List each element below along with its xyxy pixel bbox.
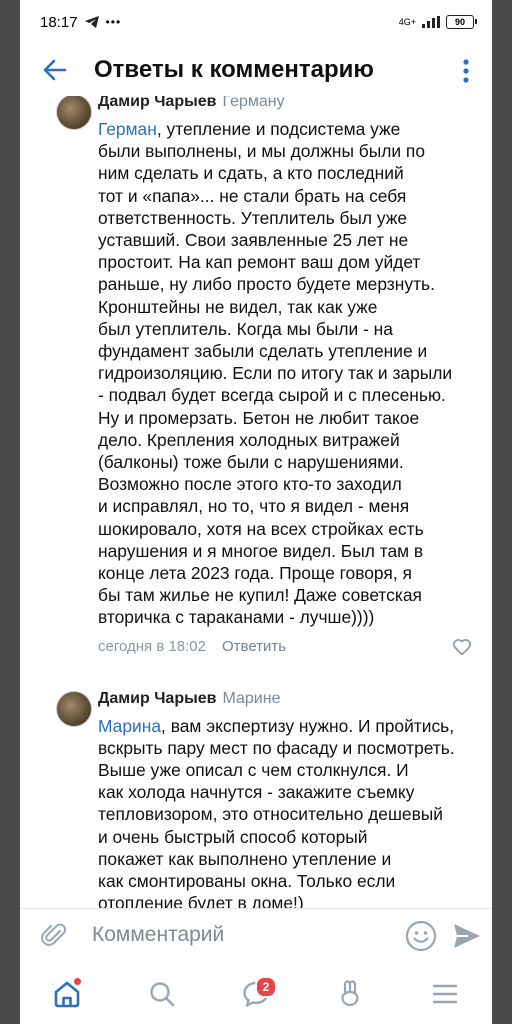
more-notifications-icon: •••	[105, 15, 122, 29]
comment-author[interactable]: Дамир Чарыев	[98, 96, 217, 110]
comment: Дамир Чарыев Герману Герман, утепление и …	[20, 96, 492, 659]
more-options-button[interactable]	[454, 56, 478, 86]
comment-timestamp: сегодня в 18:02	[98, 638, 206, 656]
network-label: 4G+	[398, 17, 416, 27]
signal-icon	[422, 16, 440, 28]
search-icon	[149, 982, 174, 1007]
attach-button[interactable]	[34, 915, 74, 955]
reply-button[interactable]: Ответить	[222, 638, 286, 655]
back-button[interactable]	[32, 44, 78, 96]
tab-home[interactable]	[43, 970, 91, 1018]
battery-icon: 90	[446, 15, 477, 29]
mention-link[interactable]: Марина	[98, 716, 161, 736]
comment-footer: сегодня в 18:02 Ответить	[98, 635, 478, 659]
clock: 18:17	[40, 13, 78, 31]
telegram-icon	[84, 16, 99, 28]
comment-author[interactable]: Дамир Чарыев	[98, 690, 217, 707]
heart-icon[interactable]	[452, 637, 472, 657]
phone-screen: 18:17 ••• 4G+ 90 Ответы к комментарию Да…	[20, 0, 492, 1024]
paperclip-icon	[41, 923, 67, 946]
tab-messages[interactable]: 2	[232, 970, 280, 1018]
messages-badge: 2	[254, 976, 277, 998]
avatar[interactable]	[56, 690, 92, 727]
reply-to-name[interactable]: Герману	[223, 96, 285, 110]
smile-icon[interactable]	[404, 919, 438, 953]
tab-search[interactable]	[138, 970, 186, 1018]
bottom-tab-bar: 2	[20, 964, 492, 1024]
tab-menu[interactable]	[421, 970, 469, 1018]
comment-text: Герман, утепление и подсистема уже были …	[98, 119, 453, 628]
comment-input[interactable]	[90, 922, 384, 948]
tab-clips[interactable]	[326, 970, 374, 1018]
bunny-icon	[341, 980, 359, 1007]
send-icon[interactable]	[450, 919, 484, 953]
page-title: Ответы к комментарию	[94, 56, 374, 83]
comment: Дамир Чарыев Марине Марина, вам экспертиз…	[20, 687, 492, 915]
comment-compose-bar	[20, 908, 492, 961]
mention-link[interactable]: Герман	[98, 119, 157, 139]
comment-text: Марина, вам экспертизу нужно. И пройтись…	[98, 715, 455, 914]
header: Ответы к комментарию	[20, 44, 492, 96]
replies-list: Дамир Чарыев Герману Герман, утепление и …	[20, 96, 492, 916]
status-bar: 18:17 ••• 4G+ 90	[20, 0, 492, 44]
hamburger-menu-icon	[432, 984, 457, 1004]
avatar[interactable]	[56, 96, 92, 130]
vertical-dots-icon	[463, 59, 469, 83]
reply-to-name[interactable]: Марине	[223, 690, 281, 707]
arrow-left-icon	[43, 59, 67, 81]
